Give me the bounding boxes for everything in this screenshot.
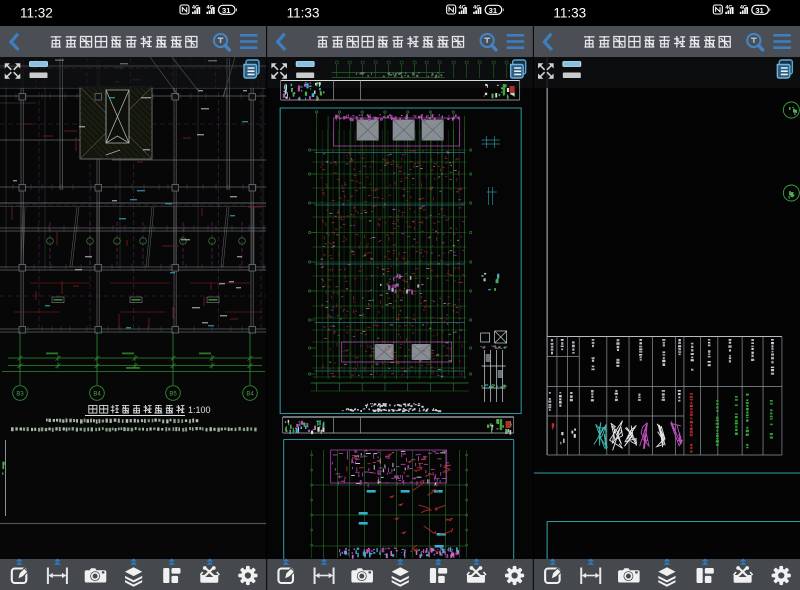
svg-text:1:100: 1:100 <box>188 405 211 415</box>
svg-text:11:32: 11:32 <box>20 6 53 21</box>
svg-text:B3: B3 <box>16 392 24 398</box>
svg-text:B4: B4 <box>93 392 101 398</box>
svg-text:11:33: 11:33 <box>287 6 320 21</box>
svg-text:11:33: 11:33 <box>553 6 586 21</box>
svg-text:B4: B4 <box>246 392 254 398</box>
svg-text:B5: B5 <box>169 392 177 398</box>
